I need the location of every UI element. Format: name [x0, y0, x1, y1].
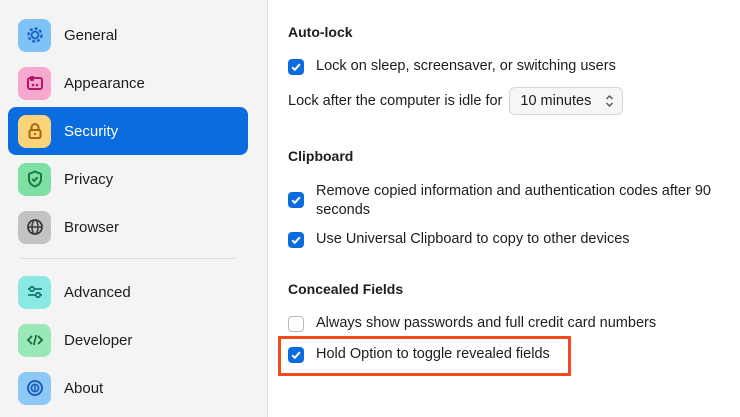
- info-icon: [18, 371, 51, 405]
- sidebar-item-privacy[interactable]: Privacy: [8, 155, 248, 203]
- palette-icon: [18, 66, 51, 100]
- remove-copied-row[interactable]: Remove copied information and authentica…: [288, 182, 711, 220]
- concealed-section-title: Concealed Fields: [288, 281, 404, 297]
- lock-on-sleep-checkbox[interactable]: [288, 59, 304, 75]
- always-show-checkbox[interactable]: [288, 316, 304, 332]
- remove-copied-label-line2: seconds: [316, 202, 371, 218]
- idle-duration-select[interactable]: 10 minutes: [509, 87, 624, 115]
- sidebar-item-general[interactable]: General: [8, 11, 248, 59]
- shield-icon: [18, 162, 51, 196]
- settings-window: General Appearance Security Privacy Brow…: [0, 0, 740, 417]
- sidebar-item-label: General: [64, 26, 118, 44]
- checkmark-icon: [291, 196, 301, 205]
- always-show-label: Always show passwords and full credit ca…: [316, 315, 657, 331]
- clipboard-section-title: Clipboard: [288, 148, 354, 164]
- checkmark-icon: [291, 63, 301, 72]
- universal-clipboard-row[interactable]: Use Universal Clipboard to copy to other…: [288, 230, 630, 249]
- idle-lock-row: Lock after the computer is idle for 10 m…: [288, 87, 624, 115]
- sidebar-item-label: Privacy: [64, 170, 114, 188]
- chevron-updown-icon: [606, 95, 614, 107]
- hold-option-checkbox[interactable]: [288, 347, 304, 363]
- sidebar-divider: [20, 258, 236, 259]
- security-settings-panel: Auto-lock Lock on sleep, screensaver, or…: [268, 0, 740, 417]
- checkmark-icon: [291, 351, 301, 360]
- code-icon: [18, 323, 51, 357]
- remove-copied-label: Remove copied information and authentica…: [316, 182, 711, 220]
- lock-on-sleep-label: Lock on sleep, screensaver, or switching…: [316, 58, 616, 74]
- lock-icon: [18, 114, 51, 148]
- sidebar-item-appearance[interactable]: Appearance: [8, 59, 248, 107]
- sidebar-item-label: About: [64, 379, 104, 397]
- sidebar-item-security[interactable]: Security: [8, 107, 248, 155]
- sidebar-item-label: Advanced: [64, 283, 131, 301]
- sidebar-item-label: Browser: [64, 218, 120, 236]
- globe-icon: [18, 210, 51, 244]
- universal-clipboard-checkbox[interactable]: [288, 232, 304, 248]
- hold-option-label: Hold Option to toggle revealed fields: [316, 346, 550, 362]
- sidebar-item-label: Developer: [64, 331, 133, 349]
- sidebar: General Appearance Security Privacy Brow…: [0, 0, 268, 417]
- sidebar-item-label: Appearance: [64, 74, 145, 92]
- idle-lock-label: Lock after the computer is idle for: [288, 93, 503, 109]
- universal-clipboard-label: Use Universal Clipboard to copy to other…: [316, 231, 630, 247]
- sidebar-item-advanced[interactable]: Advanced: [8, 268, 248, 316]
- always-show-row[interactable]: Always show passwords and full credit ca…: [288, 314, 656, 333]
- autolock-section-title: Auto-lock: [288, 24, 353, 40]
- gear-icon: [18, 18, 51, 52]
- hold-option-row[interactable]: Hold Option to toggle revealed fields: [288, 345, 550, 364]
- sidebar-item-about[interactable]: About: [8, 364, 248, 412]
- remove-copied-checkbox[interactable]: [288, 192, 304, 208]
- lock-on-sleep-row[interactable]: Lock on sleep, screensaver, or switching…: [288, 57, 616, 76]
- checkmark-icon: [291, 236, 301, 245]
- remove-copied-label-line1: Remove copied information and authentica…: [316, 183, 711, 199]
- sidebar-item-browser[interactable]: Browser: [8, 203, 248, 251]
- sliders-icon: [18, 275, 51, 309]
- sidebar-item-developer[interactable]: Developer: [8, 316, 248, 364]
- sidebar-item-label: Security: [64, 122, 119, 140]
- idle-duration-value: 10 minutes: [520, 93, 592, 109]
